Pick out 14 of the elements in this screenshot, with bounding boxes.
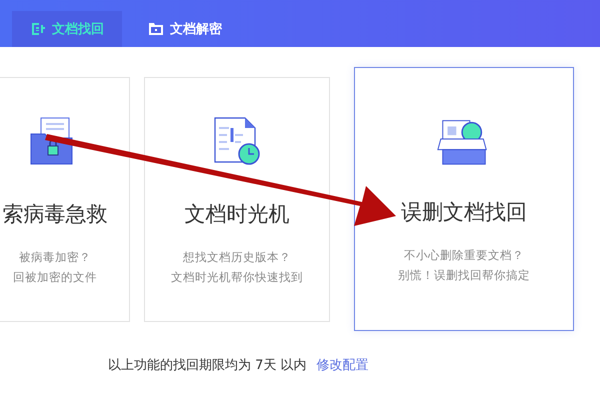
card-description: 别慌！误删找回帮你搞定 [398,268,530,283]
modify-settings-link[interactable]: 修改配置 [316,356,369,374]
card-description: 想找文档历史版本？ [183,250,291,264]
card-title: 误删文档找回 [401,199,527,226]
tab[interactable]: 文档解密 [130,11,240,47]
card-description: 不小心删除重要文档？ [404,248,524,263]
card-description: 文档时光机帮你快速找到 [171,270,303,284]
document-icon [30,21,46,37]
card-description: 回被加密的文件 [13,270,97,284]
card-description: 被病毒加密？ [19,250,91,264]
retention-note: 以上功能的找回期限均为 7天 以内 [108,357,307,374]
card-title: 索病毒急救 [2,200,108,228]
card-title: 文档时光机 [184,200,290,228]
folder-lock-icon [148,21,164,37]
